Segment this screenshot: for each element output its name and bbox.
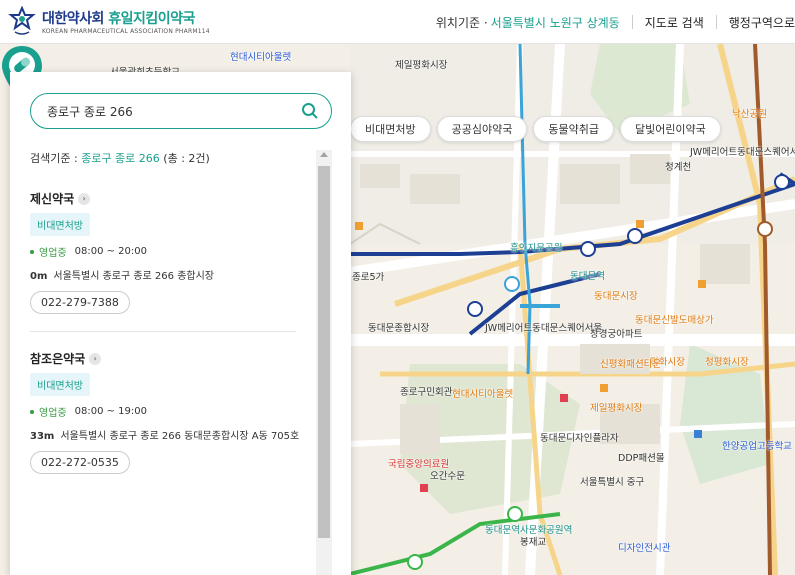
open-dot-icon (30, 249, 34, 254)
remote-rx-badge: 비대면처방 (30, 373, 90, 396)
map-label: 동대문종합시장 (368, 323, 430, 334)
header: 대한약사회 휴일지킴이약국 KOREAN PHARMACEUTICAL ASSO… (0, 0, 795, 44)
phone-button[interactable]: 022-272-0535 (30, 451, 130, 474)
map-label: 동대문역 (570, 271, 605, 282)
divider (30, 331, 296, 332)
kpa-logo-icon (8, 6, 36, 35)
map-label: 종로5가 (352, 272, 385, 283)
result-list: 제신약국 › 비대면처방 영업중 08:00 ~ 20:00 0m 서울특별시 종로구… (10, 172, 316, 575)
map-label: 디자인전시관 (618, 543, 671, 554)
distance: 33m (30, 431, 55, 442)
filter-chip-night[interactable]: 공공심야약국 (436, 116, 528, 142)
opening-hours: 영업중 08:00 ~ 20:00 (30, 244, 300, 259)
address: 0m 서울특별시 종로구 종로 266 종합시장 (30, 271, 214, 282)
search-input[interactable] (47, 104, 301, 118)
open-status: 영업중 (39, 248, 67, 259)
opening-hours: 영업중 08:00 ~ 19:00 (30, 404, 300, 419)
divider (631, 15, 633, 29)
filter-chips: 비대면처방 공공심야약국 동물약취급 달빛어린이약국 (350, 116, 721, 142)
map-label: 청계천 (665, 162, 692, 173)
filter-chip-remote-rx[interactable]: 비대면처방 (350, 116, 431, 142)
logo-title: 대한약사회 휴일지킴이약국 (42, 10, 195, 27)
map-label: 제일평화시장 (395, 60, 448, 71)
map-label: JW메리어트동대문스퀘어서울 (485, 323, 603, 334)
map-label: 청평화시장 (705, 357, 749, 368)
distance: 0m (30, 271, 48, 282)
map-label: JW메리어트동대문스퀘어서울 (690, 147, 795, 158)
map-label: 동대문신발도매상가 (635, 315, 714, 326)
scrollbar-thumb[interactable] (318, 166, 330, 538)
filter-chip-moonlight[interactable]: 달빛어린이약국 (619, 116, 721, 142)
search-box (30, 93, 332, 129)
map-label: 현대시티아울렛 (230, 52, 292, 63)
map-label: 동대문디자인플라자 (540, 433, 619, 444)
filter-chip-animal[interactable]: 동물약취급 (533, 116, 614, 142)
phone-button[interactable]: 022-279-7388 (30, 291, 130, 314)
map-label: 창경궁아파트 (590, 329, 643, 340)
map-label: 한양공업고등학교 (722, 441, 792, 452)
logo[interactable]: 대한약사회 휴일지킴이약국 KOREAN PHARMACEUTICAL ASSO… (8, 6, 210, 36)
scroll-up-icon[interactable] (320, 152, 328, 157)
map-label: 봉재교 (520, 537, 547, 548)
map-label: 낙산공원 (732, 109, 767, 120)
map-label: 흥인지문공원 (510, 243, 563, 254)
map-label: DDP패션몰 (618, 453, 665, 464)
list-item[interactable]: 참조은약국 › 비대면처방 영업중 08:00 ~ 19:00 33m 서울특별시 종… (30, 350, 300, 474)
admin-search-link[interactable]: 행정구역으로 (729, 14, 795, 31)
map-label: 동대문시장 (594, 291, 638, 302)
map-label: 신평화패션타운 (600, 359, 662, 370)
scrollbar[interactable] (316, 150, 332, 575)
pharmacy-name[interactable]: 참조은약국 › (30, 350, 300, 367)
remote-rx-badge: 비대면처방 (30, 213, 90, 236)
location-value[interactable]: 서울특별시 노원구 상계동 (491, 14, 620, 31)
list-item[interactable]: 제신약국 › 비대면처방 영업중 08:00 ~ 20:00 0m 서울특별시 종로구… (30, 190, 300, 314)
map-label: 현대시티아울렛 (452, 389, 514, 400)
location-label: 위치기준 · (435, 15, 488, 30)
map-label: 서울특별시 중구 (580, 477, 645, 488)
map-label: 제일평화시장 (590, 403, 643, 414)
pharmacy-name[interactable]: 제신약국 › (30, 190, 300, 207)
open-dot-icon (30, 409, 34, 414)
chevron-right-icon: › (89, 352, 102, 365)
results-panel: 검색기준 : 종로구 종로 266 (총 : 2건) 제신약국› 비대면처방 영… (10, 72, 351, 575)
map-search-link[interactable]: 지도로 검색 (645, 14, 704, 31)
logo-subtitle: KOREAN PHARMACEUTICAL ASSOCIATION PHARM1… (42, 27, 210, 35)
map-label: 오간수문 (430, 471, 465, 482)
address: 33m 서울특별시 종로구 종로 266 동대문종합시장 A동 705호 (30, 431, 300, 442)
divider (715, 15, 717, 29)
search-icon[interactable] (301, 102, 319, 120)
map-label: 종로구민회관 (400, 387, 453, 398)
open-status: 영업중 (39, 408, 67, 419)
search-criteria: 검색기준 : 종로구 종로 266 (총 : 2건) (30, 152, 210, 165)
chevron-right-icon: › (78, 192, 91, 205)
